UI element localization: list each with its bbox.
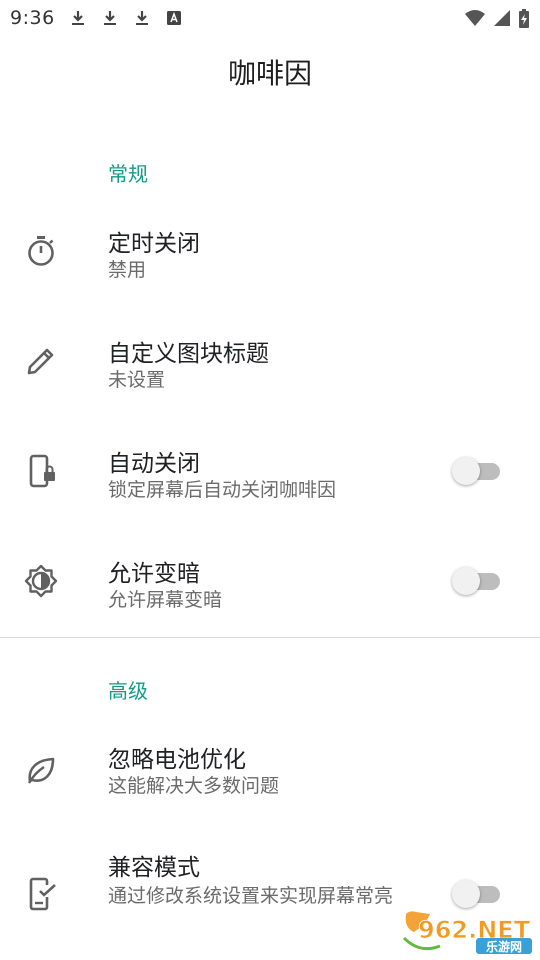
- pref-auto-off[interactable]: 自动关闭 锁定屏幕后自动关闭咖啡因: [0, 420, 540, 530]
- pref-timeout[interactable]: 定时关闭 禁用: [0, 200, 540, 310]
- wifi-icon: [464, 9, 486, 27]
- section-header-advanced: 高级: [108, 679, 148, 703]
- download-icon: [101, 9, 119, 27]
- pref-title: 自动关闭: [108, 451, 200, 477]
- section-header-general: 常规: [108, 162, 148, 186]
- pencil-icon: [24, 344, 58, 378]
- site-watermark-logo: 962.NET 乐游网: [400, 908, 536, 956]
- pref-ignore-battery-optimization[interactable]: 忽略电池优化 这能解决大多数问题: [0, 718, 540, 826]
- pref-title: 定时关闭: [108, 231, 200, 257]
- watermark-sub: 乐游网: [486, 939, 522, 954]
- phone-check-icon: [24, 877, 58, 911]
- phone-lock-icon: [24, 454, 58, 488]
- pref-summary: 锁定屏幕后自动关闭咖啡因: [108, 479, 337, 501]
- page-title: 咖啡因: [227, 57, 312, 90]
- leaf-icon: [24, 753, 58, 787]
- pref-summary: 未设置: [108, 369, 166, 391]
- pref-title: 忽略电池优化: [108, 747, 246, 773]
- status-right: [464, 9, 530, 28]
- battery-charging-icon: [518, 9, 530, 28]
- pref-title: 允许变暗: [108, 561, 200, 587]
- a-badge-icon: [165, 9, 183, 27]
- timer-icon: [24, 234, 58, 268]
- pref-allow-dim[interactable]: 允许变暗 允许屏幕变暗: [0, 530, 540, 637]
- switch-thumb: [452, 457, 480, 485]
- status-left: 9:36: [10, 7, 183, 29]
- switch-thumb: [452, 880, 480, 908]
- allow-dim-switch[interactable]: [452, 563, 500, 599]
- download-icon: [69, 9, 87, 27]
- switch-thumb: [452, 567, 480, 595]
- download-icon: [133, 9, 151, 27]
- signal-icon: [492, 9, 512, 27]
- screen: 9:36 咖啡因 常规 定时关闭 禁用 自定义图块标题 未设置 自动关闭 锁定屏…: [0, 0, 540, 960]
- pref-summary: 通过修改系统设置来实现屏幕常亮: [108, 885, 394, 907]
- status-bar: 9:36: [0, 0, 540, 36]
- pref-summary: 这能解决大多数问题: [108, 775, 280, 797]
- section-divider: [0, 637, 540, 638]
- auto-off-switch[interactable]: [452, 453, 500, 489]
- brightness-icon: [24, 564, 58, 598]
- pref-title: 兼容模式: [108, 855, 200, 881]
- status-time: 9:36: [10, 7, 55, 29]
- pref-summary: 禁用: [108, 259, 147, 281]
- pref-summary: 允许屏幕变暗: [108, 589, 223, 611]
- pref-title: 自定义图块标题: [108, 341, 269, 367]
- compatibility-mode-switch[interactable]: [452, 876, 500, 912]
- pref-tile-title[interactable]: 自定义图块标题 未设置: [0, 310, 540, 420]
